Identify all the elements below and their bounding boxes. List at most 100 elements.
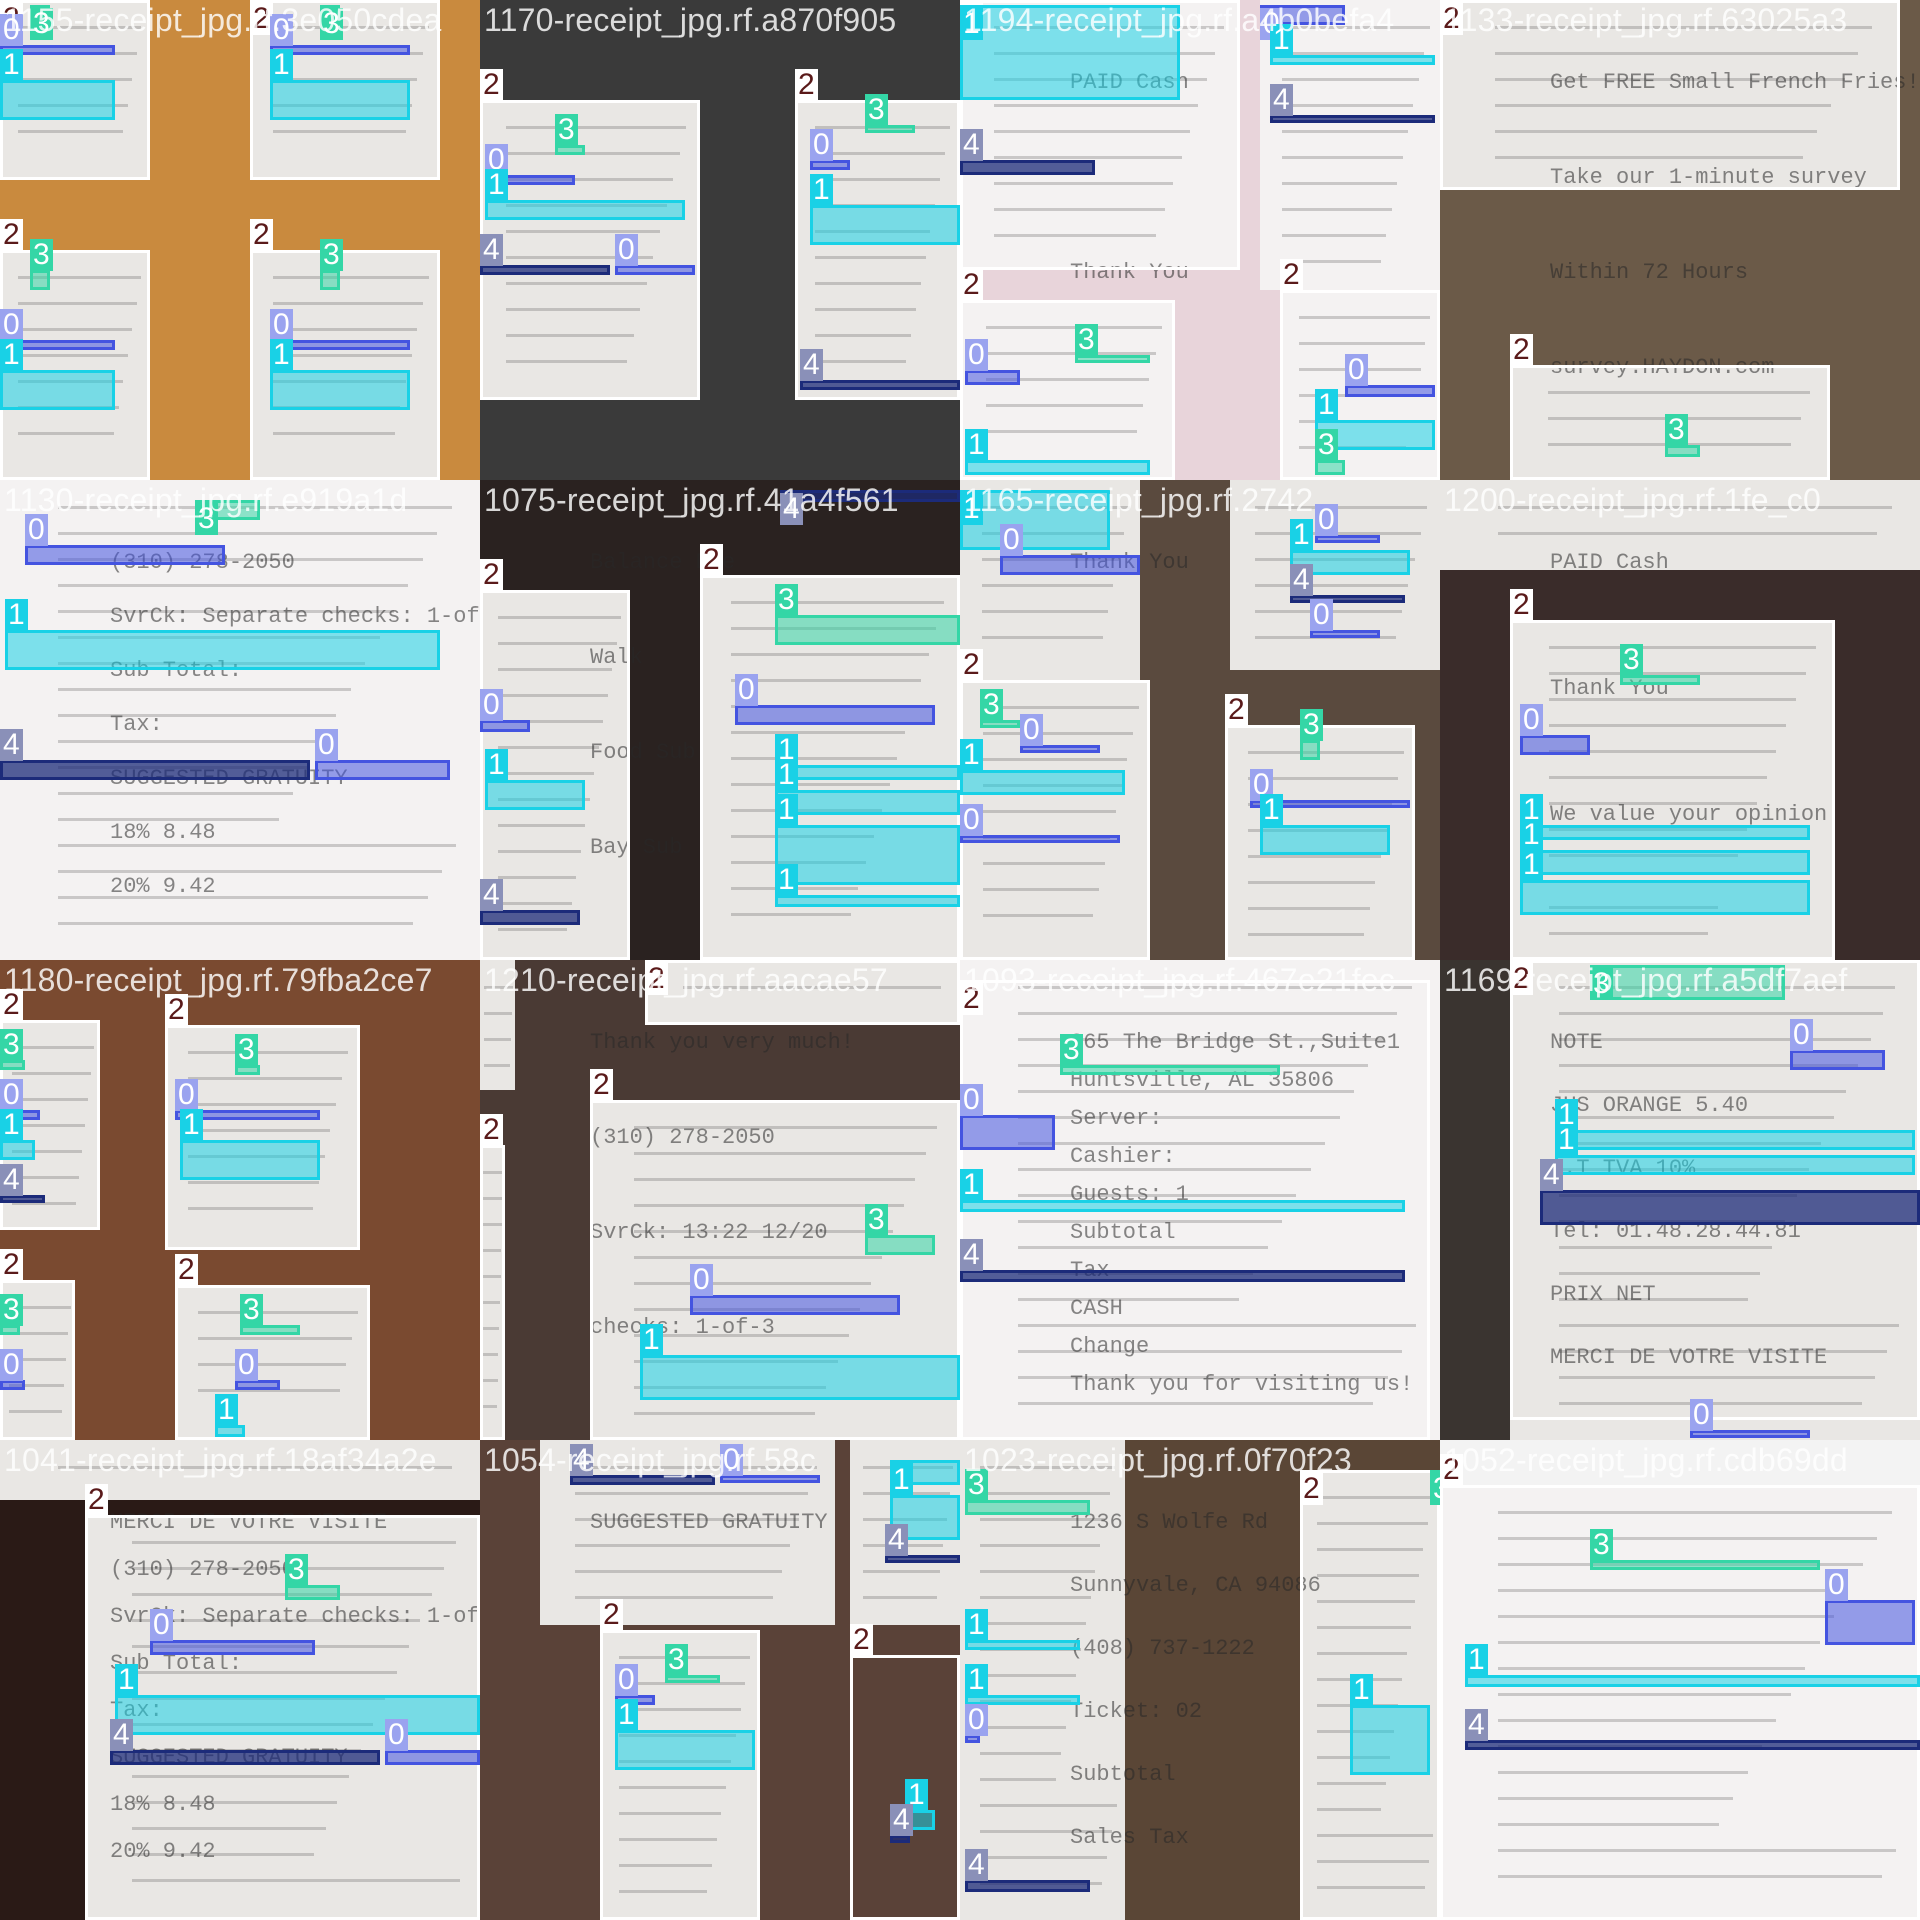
bbox-class-label: 0 xyxy=(615,234,638,266)
bbox-class-label: 1 xyxy=(640,1324,663,1356)
mosaic-tile: (310) 278-2050SvrCk: Separate checks: 1-… xyxy=(0,480,480,960)
bbox-class-4: 4 xyxy=(1270,84,1435,123)
bbox-class-3: 3 xyxy=(980,689,1020,728)
bbox-class-label: 3 xyxy=(0,1029,23,1061)
bbox-class-label: 1 xyxy=(775,864,798,896)
bbox-class-1: 1 xyxy=(0,49,115,120)
bbox-class-0: 0 xyxy=(690,1264,900,1315)
bbox-class-label: 1 xyxy=(0,1109,23,1141)
bbox-class-4: 4 xyxy=(480,879,580,925)
bbox-class-3: 3 xyxy=(665,1644,720,1683)
bbox-class-label: 0 xyxy=(0,1349,23,1381)
bbox-class-label: 3 xyxy=(320,239,343,271)
bbox-class-1: 1 xyxy=(810,174,960,245)
receipt-print-line xyxy=(982,610,1108,613)
mosaic-tile: PAID CashThank You214014230120131194-rec… xyxy=(960,0,1440,480)
receipt-print-line xyxy=(1282,78,1419,81)
bbox-class-2: 2 xyxy=(960,269,1175,480)
bbox-class-label: 2 xyxy=(1510,334,1533,366)
bbox-class-0: 0 xyxy=(150,1609,315,1655)
receipt-print-line xyxy=(58,870,442,873)
bbox-class-3: 3 xyxy=(1315,429,1345,475)
bbox-class-label: 3 xyxy=(0,1294,23,1326)
mosaic-tile: MERCI DE VOTRE VISITE (310) 278-2050 SvrCk… xyxy=(0,1440,480,1920)
mosaic-tile: Thank you very much! (310) 278-2050 SvrCk:… xyxy=(480,960,960,1440)
bbox-class-label: 3 xyxy=(1620,644,1643,676)
bbox-class-0: 0 xyxy=(1020,714,1100,753)
bbox-class-label: 0 xyxy=(1345,354,1368,386)
mosaic-tile: 1236 S Wolfe Rd Sunnyvale, CA 94086 (408) … xyxy=(960,1440,1440,1920)
bbox-class-label: 2 xyxy=(1225,694,1248,726)
bbox-class-0: 0 xyxy=(25,514,225,565)
tile-filename: 1093-receipt_jpg.rf.467e21fec xyxy=(964,962,1395,998)
bbox-class-label: 4 xyxy=(0,1164,23,1196)
bbox-class-2: 2 xyxy=(175,1254,370,1440)
bbox-class-label: 0 xyxy=(150,1609,173,1641)
bbox-class-1: 1 xyxy=(1270,24,1435,65)
bbox-class-label: 4 xyxy=(960,129,983,161)
bbox-class-label: 3 xyxy=(1430,1473,1440,1505)
bbox-class-1: 1 xyxy=(1520,794,1810,840)
bbox-class-label: 0 xyxy=(965,1704,988,1736)
bbox-class-1: 1 xyxy=(0,339,115,410)
bbox-class-label: 1 xyxy=(270,339,293,371)
receipt-print-line xyxy=(980,1778,1056,1781)
bbox-class-3: 3 xyxy=(30,239,53,290)
bbox-class-label: 2 xyxy=(850,1624,873,1656)
bbox-class-0: 0 xyxy=(385,1719,480,1765)
tile-filename: 1180-receipt_jpg.rf.79fba2ce7 xyxy=(4,962,433,998)
bbox-class-label: 0 xyxy=(1020,714,1043,746)
bbox-class-3: 3 xyxy=(1300,709,1323,760)
bbox-class-3: 3 xyxy=(1665,414,1700,457)
bbox-class-4: 4 xyxy=(0,729,310,780)
bbox-class-0: 0 xyxy=(1790,1019,1885,1070)
bbox-class-4: 4 xyxy=(1540,1159,1920,1225)
bbox-class-3: 3 xyxy=(320,239,343,290)
receipt-text: Sales Tax xyxy=(1070,1825,1189,1850)
tile-filename: 1200-receipt_jpg.rf.1fe_c0 xyxy=(1444,482,1821,518)
bbox-class-label: 0 xyxy=(615,1664,638,1696)
bbox-class-label: 0 xyxy=(0,1079,23,1111)
bbox-class-1: 1 xyxy=(960,739,1125,795)
bbox-class-3: 3 xyxy=(1430,1470,1440,1505)
bbox-class-label: 1 xyxy=(270,49,293,81)
bbox-class-label: 1 xyxy=(1465,1644,1488,1676)
bbox-class-1: 1 xyxy=(1555,1124,1915,1175)
bbox-class-label: 4 xyxy=(800,349,823,381)
bbox-class-label: 0 xyxy=(960,804,983,836)
bbox-class-label: 3 xyxy=(1315,429,1338,461)
bbox-class-label: 3 xyxy=(980,689,1003,721)
receipt-text: Tax: xyxy=(110,712,163,737)
mosaic-tile: Get FREE Small French Fries! Take our 1-m… xyxy=(1440,0,1920,480)
tile-filename: 1194-receipt_jpg.rf.a4b0befa4 xyxy=(964,2,1395,38)
bbox-class-label: 1 xyxy=(5,599,28,631)
receipt-text: PAID Cash xyxy=(1550,550,1669,575)
bbox-class-0: 0 xyxy=(1310,599,1380,638)
bbox-class-label: 0 xyxy=(235,1349,258,1381)
bbox-class-label: 4 xyxy=(965,1849,988,1881)
bbox-class-label: 1 xyxy=(180,1109,203,1141)
mosaic-tile: 365 The Bridge St.,Suite1 Huntsville, AL … xyxy=(960,960,1440,1440)
bbox-class-label: 1 xyxy=(960,1169,983,1201)
tile-filename: 1170-receipt_jpg.rf.a870f905 xyxy=(484,2,897,38)
bbox-class-3: 3 xyxy=(0,1029,25,1070)
receipt-print-line xyxy=(863,1570,940,1573)
receipt-print-line xyxy=(58,740,322,743)
receipt-print-line xyxy=(575,1544,790,1547)
tile-filename: 1052-receipt_jpg.rf.cdb69dd xyxy=(1444,1442,1848,1478)
mosaic-tile: Thank You1023010014023011165-receipt_jpg… xyxy=(960,480,1440,960)
receipt-text: Thank you very much! xyxy=(590,1030,855,1055)
bbox-class-0: 0 xyxy=(810,129,850,170)
receipt-text: 18% 8.48 xyxy=(110,820,216,845)
mosaic-tile: PAID Cash Thank You We value your opinion.… xyxy=(1440,480,1920,960)
bbox-class-label: 3 xyxy=(235,1034,258,1066)
receipt-print-line xyxy=(863,1596,937,1599)
bbox-class-label: 2 xyxy=(700,544,723,576)
bbox-class-1: 1 xyxy=(485,169,685,220)
bbox-class-label: 0 xyxy=(810,129,833,161)
bbox-class-1: 1 xyxy=(485,749,585,810)
bbox-class-label: 1 xyxy=(960,739,983,771)
receipt-text: Subtotal xyxy=(1070,1762,1176,1787)
bbox-class-label: 0 xyxy=(960,1084,983,1116)
receipt-print-line xyxy=(980,1804,1117,1807)
